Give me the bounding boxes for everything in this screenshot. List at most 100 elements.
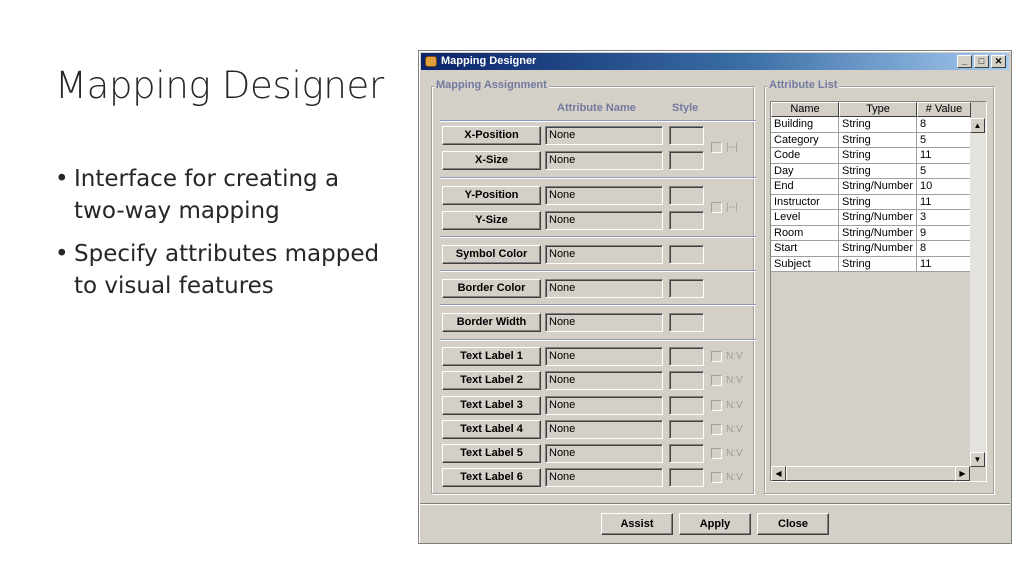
- text-label-6-nv-checkbox[interactable]: [711, 472, 722, 483]
- x-size-style[interactable]: [669, 151, 704, 170]
- scroll-up-icon[interactable]: ▲: [970, 118, 985, 133]
- cell-type: String/Number: [839, 225, 917, 241]
- text-label-6-field[interactable]: None: [545, 468, 663, 487]
- scroll-right-icon[interactable]: ▶: [955, 466, 970, 481]
- assist-button[interactable]: Assist: [601, 513, 673, 535]
- border-width-field[interactable]: None: [545, 313, 663, 332]
- nv-label: N:V: [726, 448, 743, 459]
- text-label-4-field[interactable]: None: [545, 420, 663, 439]
- close-button[interactable]: Close: [757, 513, 829, 535]
- table-row[interactable]: Start String/Number 8: [771, 241, 971, 257]
- symbol-color-field[interactable]: None: [545, 245, 663, 264]
- cell-name: Subject: [771, 256, 839, 272]
- text-label-1-button[interactable]: Text Label 1: [442, 347, 541, 366]
- scroll-left-icon[interactable]: ◀: [771, 466, 786, 481]
- style-header: Style: [672, 102, 699, 114]
- border-width-button[interactable]: Border Width: [442, 313, 541, 332]
- text-label-5-nv-checkbox[interactable]: [711, 448, 722, 459]
- nv-label: N:V: [726, 375, 743, 386]
- y-range-checkbox[interactable]: [711, 202, 722, 213]
- table-row[interactable]: Subject String 11: [771, 256, 971, 272]
- text-label-3-field[interactable]: None: [545, 396, 663, 415]
- column-header-type[interactable]: Type: [839, 102, 917, 117]
- text-label-4-button[interactable]: Text Label 4: [442, 420, 541, 439]
- table-row[interactable]: End String/Number 10: [771, 179, 971, 195]
- x-range-checkbox[interactable]: [711, 142, 722, 153]
- minimize-button[interactable]: _: [957, 55, 972, 68]
- border-color-style[interactable]: [669, 279, 704, 298]
- column-header-name[interactable]: Name: [771, 102, 839, 117]
- bullet-text: Interface for creating a two-way mapping: [74, 166, 340, 224]
- table-header: Name Type # Value: [771, 102, 971, 117]
- x-size-button[interactable]: X-Size: [442, 151, 541, 170]
- mapping-assignment-label: Mapping Assignment: [434, 79, 549, 91]
- cell-name: Code: [771, 148, 839, 164]
- text-label-3-nv-checkbox[interactable]: [711, 400, 722, 411]
- cell-type: String: [839, 163, 917, 179]
- table-row[interactable]: Day String 5: [771, 163, 971, 179]
- text-label-6-button[interactable]: Text Label 6: [442, 468, 541, 487]
- text-label-1-style[interactable]: [669, 347, 704, 366]
- nv-label: N:V: [726, 472, 743, 483]
- nv-label: N:V: [726, 351, 743, 362]
- attribute-list-label: Attribute List: [767, 79, 840, 91]
- table-row[interactable]: Level String/Number 3: [771, 210, 971, 226]
- text-label-2-style[interactable]: [669, 371, 704, 390]
- slide-title: Mapping Designer: [55, 64, 384, 107]
- cell-value-count: 10: [917, 179, 971, 195]
- x-position-field[interactable]: None: [545, 126, 663, 145]
- horizontal-scrollbar[interactable]: ◀ ▶: [771, 466, 970, 481]
- nv-label: N:V: [726, 424, 743, 435]
- text-label-3-style[interactable]: [669, 396, 704, 415]
- attribute-table[interactable]: Name Type # Value Building String 8 Catego…: [770, 101, 987, 482]
- text-label-5-button[interactable]: Text Label 5: [442, 444, 541, 463]
- cell-value-count: 5: [917, 163, 971, 179]
- cell-type: String/Number: [839, 210, 917, 226]
- text-label-6-style[interactable]: [669, 468, 704, 487]
- window-titlebar[interactable]: Mapping Designer _ □ ✕: [421, 53, 1009, 70]
- table-row[interactable]: Code String 11: [771, 148, 971, 164]
- column-header-value-count[interactable]: # Value: [917, 102, 971, 117]
- y-position-field[interactable]: None: [545, 186, 663, 205]
- y-size-style[interactable]: [669, 211, 704, 230]
- text-label-4-style[interactable]: [669, 420, 704, 439]
- maximize-button[interactable]: □: [974, 55, 989, 68]
- table-row[interactable]: Room String/Number 9: [771, 225, 971, 241]
- separator: [440, 339, 756, 341]
- vertical-scrollbar[interactable]: ▲ ▼: [970, 118, 986, 467]
- y-position-style[interactable]: [669, 186, 704, 205]
- table-row[interactable]: Instructor String 11: [771, 194, 971, 210]
- border-width-style[interactable]: [669, 313, 704, 332]
- cell-name: End: [771, 179, 839, 195]
- text-label-5-style[interactable]: [669, 444, 704, 463]
- text-label-1-field[interactable]: None: [545, 347, 663, 366]
- text-label-2-nv-checkbox[interactable]: [711, 375, 722, 386]
- y-size-button[interactable]: Y-Size: [442, 211, 541, 230]
- table-row[interactable]: Building String 8: [771, 117, 971, 133]
- table-row[interactable]: Category String 5: [771, 132, 971, 148]
- border-color-button[interactable]: Border Color: [442, 279, 541, 298]
- text-label-4-nv-checkbox[interactable]: [711, 424, 722, 435]
- text-label-1-nv-checkbox[interactable]: [711, 351, 722, 362]
- border-color-field[interactable]: None: [545, 279, 663, 298]
- apply-button[interactable]: Apply: [679, 513, 751, 535]
- text-label-5-field[interactable]: None: [545, 444, 663, 463]
- text-label-3-button[interactable]: Text Label 3: [442, 396, 541, 415]
- text-label-2-button[interactable]: Text Label 2: [442, 371, 541, 390]
- y-size-field[interactable]: None: [545, 211, 663, 230]
- y-position-button[interactable]: Y-Position: [442, 186, 541, 205]
- cell-type: String: [839, 148, 917, 164]
- x-position-button[interactable]: X-Position: [442, 126, 541, 145]
- cell-name: Category: [771, 132, 839, 148]
- table-body: Building String 8 Category String 5 Code Stri…: [771, 117, 971, 272]
- horizontal-scroll-thumb[interactable]: [786, 466, 956, 481]
- cell-value-count: 9: [917, 225, 971, 241]
- scroll-down-icon[interactable]: ▼: [970, 452, 985, 467]
- separator: [440, 304, 756, 306]
- symbol-color-button[interactable]: Symbol Color: [442, 245, 541, 264]
- symbol-color-style[interactable]: [669, 245, 704, 264]
- close-window-button[interactable]: ✕: [991, 55, 1006, 68]
- text-label-2-field[interactable]: None: [545, 371, 663, 390]
- x-size-field[interactable]: None: [545, 151, 663, 170]
- x-position-style[interactable]: [669, 126, 704, 145]
